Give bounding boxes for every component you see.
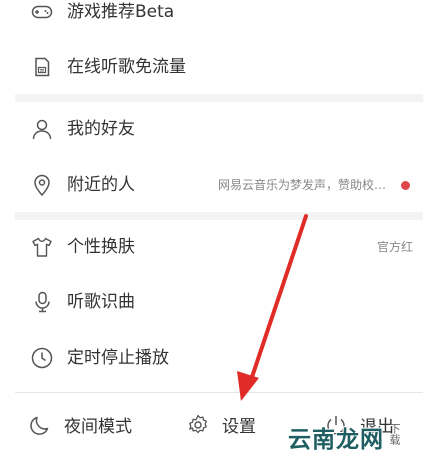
section-divider: [15, 94, 423, 102]
menu-item-free-flow-label: 在线听歌免流量: [67, 57, 186, 77]
menu-item-timer-label: 定时停止播放: [67, 348, 169, 368]
gamepad-icon: [30, 0, 54, 24]
menu-item-recognize[interactable]: 听歌识曲: [0, 277, 423, 327]
menu-item-free-flow[interactable]: 在线听歌免流量: [0, 42, 423, 92]
menu-item-friends-label: 我的好友: [67, 119, 135, 139]
settings-label: 设置: [222, 417, 256, 437]
location-pin-icon: [30, 173, 54, 197]
menu-item-game[interactable]: 游戏推荐Beta: [0, 0, 423, 37]
gear-icon: [186, 413, 210, 437]
night-mode-label: 夜间模式: [64, 417, 132, 437]
moon-icon: [28, 413, 52, 437]
watermark-logo: 云南龙网: [288, 427, 384, 453]
clock-icon: [30, 346, 54, 370]
menu-item-timer[interactable]: 定时停止播放: [0, 333, 423, 383]
menu-item-nearby-label: 附近的人: [67, 175, 135, 195]
menu-item-recognize-label: 听歌识曲: [67, 292, 135, 312]
menu-item-friends[interactable]: 我的好友: [0, 104, 423, 154]
settings-button[interactable]: 设置: [186, 397, 256, 452]
skin-current-theme: 官方红: [376, 240, 413, 254]
nearby-note: 网易云音乐为梦发声，赞助校…: [217, 178, 386, 192]
menu-item-skin-label: 个性换肤: [67, 237, 135, 257]
notification-dot: [401, 180, 410, 190]
watermark-sub: 下载: [388, 423, 401, 445]
section-divider: [15, 212, 423, 220]
sim-card-icon: [30, 55, 54, 79]
person-icon: [30, 117, 54, 141]
night-mode-button[interactable]: 夜间模式: [28, 397, 132, 452]
menu-item-skin[interactable]: 个性换肤 官方红: [0, 222, 423, 272]
bottom-bar-divider: [15, 392, 423, 393]
menu-item-game-label: 游戏推荐Beta: [67, 2, 175, 22]
microphone-icon: [30, 290, 54, 314]
menu-item-nearby[interactable]: 附近的人 网易云音乐为梦发声，赞助校…: [0, 160, 423, 210]
tshirt-icon: [30, 235, 54, 259]
